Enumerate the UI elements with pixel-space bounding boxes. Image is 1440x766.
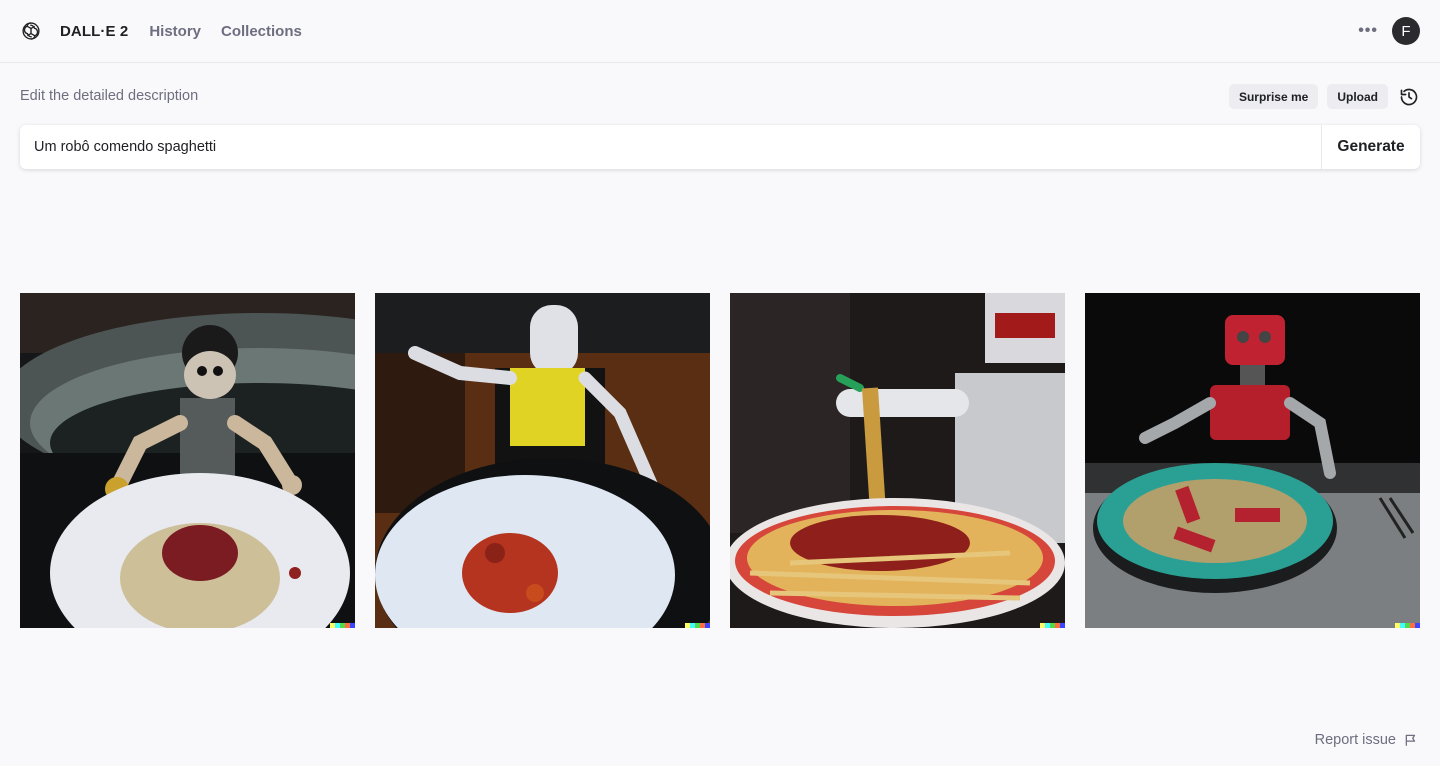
header-actions: ••• F (1358, 17, 1420, 45)
top-navbar: DALL·E 2 History Collections ••• F (0, 0, 1440, 63)
result-image-1[interactable] (20, 293, 355, 628)
nav-collections[interactable]: Collections (221, 23, 302, 40)
dalle-signature (1395, 623, 1420, 628)
results-grid (20, 293, 1420, 628)
app-title: DALL·E 2 (60, 22, 129, 40)
prompt-label: Edit the detailed description (20, 88, 199, 104)
report-issue-link[interactable]: Report issue (1315, 732, 1418, 748)
dalle-signature (685, 623, 710, 628)
nav-history[interactable]: History (149, 23, 201, 40)
prompt-input[interactable] (20, 125, 1321, 169)
flag-icon (1404, 733, 1418, 747)
more-horizontal-icon[interactable]: ••• (1358, 23, 1378, 39)
dalle-signature (1040, 623, 1065, 628)
openai-logo-icon[interactable] (20, 20, 42, 42)
surprise-me-button[interactable]: Surprise me (1228, 84, 1319, 109)
report-issue-label: Report issue (1314, 732, 1396, 748)
result-image-4[interactable] (1085, 293, 1420, 628)
dalle-signature (330, 623, 355, 628)
upload-button[interactable]: Upload (1327, 84, 1388, 109)
history-icon[interactable] (1398, 86, 1420, 108)
prompt-bar: Generate (20, 125, 1420, 169)
generate-button[interactable]: Generate (1321, 125, 1420, 169)
prompt-actions: Surprise me Upload (1220, 84, 1420, 109)
result-image-2[interactable] (375, 293, 710, 628)
result-image-3[interactable] (730, 293, 1065, 628)
avatar[interactable]: F (1392, 17, 1420, 45)
